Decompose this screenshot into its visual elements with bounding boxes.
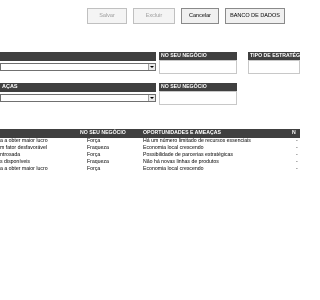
cell-opportunity: Economia local crescendo [143, 145, 204, 151]
chevron-down-icon[interactable] [148, 95, 155, 101]
in-business-field-1[interactable] [159, 60, 237, 74]
save-button[interactable]: Salvar [87, 8, 127, 24]
cell-extra: - [296, 138, 298, 144]
cell-opportunity: Possibilidade de parcerias estratégicas [143, 152, 233, 158]
in-business-label-2: NO SEU NEGÓCIO [159, 83, 237, 91]
cancel-button[interactable]: Cancelar [181, 8, 219, 24]
cell-extra: - [296, 145, 298, 151]
delete-button[interactable]: Excluir [133, 8, 175, 24]
cell-extra: - [296, 166, 298, 172]
strength-weakness-combo[interactable] [0, 63, 156, 71]
chevron-down-icon[interactable] [148, 64, 155, 70]
cell-in-business: Força [87, 138, 101, 144]
strength-weakness-bar [0, 52, 156, 61]
cell-factor: s disponíveis [0, 159, 30, 165]
column-header-in-business: NO SEU NEGÓCIO [80, 130, 126, 136]
cell-in-business: Força [87, 166, 101, 172]
cell-factor: a a obter maior lucro [0, 138, 48, 144]
table-row[interactable]: ntrosada Força Possibilidade de parceria… [0, 152, 300, 159]
in-business-field-2[interactable] [159, 91, 237, 105]
cell-opportunity: Economia local crescendo [143, 166, 204, 172]
cell-factor: m fator desfavorável [0, 145, 47, 151]
in-business-label-1: NO SEU NEGÓCIO [159, 52, 237, 60]
database-button[interactable]: BANCO DE DADOS [225, 8, 285, 24]
cell-extra: - [296, 159, 298, 165]
cell-opportunity: Não há novas linhas de produtos [143, 159, 219, 165]
opportunities-threats-combo[interactable] [0, 94, 156, 102]
table-row[interactable]: m fator desfavorável Fraqueza Economia l… [0, 145, 300, 152]
cell-in-business: Fraqueza [87, 159, 109, 165]
table-row[interactable]: a a obter maior lucro Força Economia loc… [0, 166, 300, 173]
opportunities-threats-bar: AÇAS [0, 83, 156, 92]
table-row[interactable]: a a obter maior lucro Força Há um número… [0, 138, 300, 145]
cell-factor: a a obter maior lucro [0, 166, 48, 172]
cell-in-business: Fraqueza [87, 145, 109, 151]
cell-factor: ntrosada [0, 152, 21, 158]
column-header-opportunities-threats: OPORTUNIDADES E AMEAÇAS [143, 130, 221, 136]
column-header-extra: N [292, 130, 296, 136]
table-header: NO SEU NEGÓCIO OPORTUNIDADES E AMEAÇAS N [0, 129, 300, 138]
table-row[interactable]: s disponíveis Fraqueza Não há novas linh… [0, 159, 300, 166]
cell-opportunity: Há um número limitado de recursos essenc… [143, 138, 251, 144]
strategy-type-label: TIPO DE ESTRATÉGIA [248, 52, 300, 60]
cell-in-business: Força [87, 152, 101, 158]
strategy-type-field[interactable] [248, 60, 300, 74]
cell-extra: - [296, 152, 298, 158]
